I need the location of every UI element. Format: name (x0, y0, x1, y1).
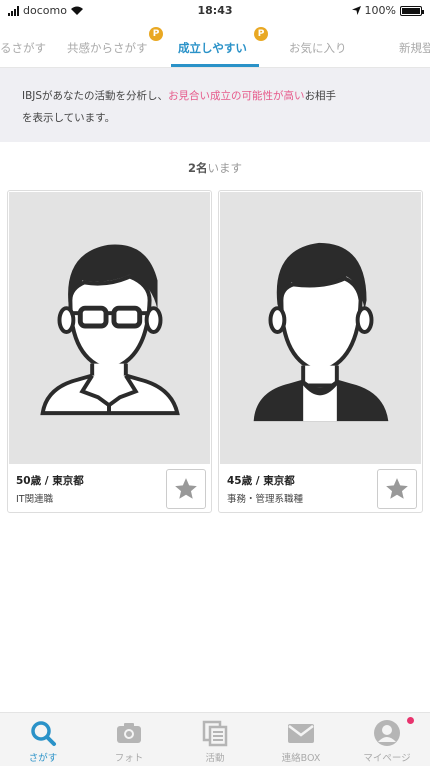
nav-contact-box[interactable]: 連絡BOX (258, 713, 344, 766)
nav-search[interactable]: さがす (0, 713, 86, 766)
profile-age-location: 50歳 / 東京都 (16, 475, 84, 487)
info-banner: IBJSがあなたの活動を分析し、お見合い成立の可能性が高いお相手 を表示していま… (0, 68, 430, 142)
tab-new-members[interactable]: 新規登 (399, 40, 430, 56)
tab-favorites[interactable]: お気に入り (289, 40, 347, 56)
nav-mypage[interactable]: マイページ (344, 713, 430, 766)
search-icon (31, 721, 56, 746)
star-icon (175, 478, 197, 499)
mail-icon (288, 724, 314, 743)
status-bar: docomo 18:43 100% (0, 0, 430, 22)
battery-percent: 100% (364, 4, 396, 17)
man-with-glasses-icon (40, 244, 180, 416)
location-arrow-icon (351, 6, 361, 15)
tab-easy-match[interactable]: 成立しやすい (178, 40, 247, 56)
profile-occupation: IT関連職 (16, 494, 54, 505)
camera-icon (117, 723, 141, 743)
result-count: 2名います (0, 160, 430, 176)
bottom-nav: さがす フォト 活動 連絡BOX マイページ (0, 712, 430, 766)
nav-label: 活動 (205, 753, 225, 764)
profile-photo[interactable] (220, 192, 421, 464)
tab-bar: るさがす 共感からさがす P 成立しやすい P お気に入り 新規登 (0, 22, 430, 68)
nav-photo[interactable]: フォト (86, 713, 172, 766)
notification-dot (407, 717, 414, 724)
result-count-number: 2名 (187, 161, 208, 175)
tab-badge: P (149, 27, 163, 41)
nav-label: マイページ (363, 753, 411, 764)
favorite-button[interactable] (377, 469, 417, 509)
user-icon (374, 720, 400, 746)
tab-badge: P (254, 27, 268, 41)
profile-card[interactable]: 45歳 / 東京都 事務・管理系職種 (218, 190, 423, 513)
result-count-suffix: います (207, 161, 243, 175)
profile-occupation: 事務・管理系職種 (227, 494, 304, 505)
star-icon (386, 478, 408, 499)
nav-label: 連絡BOX (281, 753, 321, 764)
nav-activity[interactable]: 活動 (172, 713, 258, 766)
tab-empathy-search[interactable]: 共感からさがす (67, 40, 148, 56)
nav-label: フォト (114, 753, 144, 764)
favorite-button[interactable] (166, 469, 206, 509)
banner-text: お相手 (304, 90, 337, 102)
documents-icon (202, 720, 228, 747)
tab-search[interactable]: るさがす (0, 40, 46, 56)
banner-text: IBJSがあなたの活動を分析し、 (22, 90, 169, 102)
active-tab-indicator (171, 64, 259, 67)
profile-card[interactable]: 50歳 / 東京都 IT関連職 (7, 190, 212, 513)
banner-highlight: お見合い成立の可能性が高い (168, 90, 305, 102)
profile-photo[interactable] (9, 192, 210, 464)
man-icon (253, 242, 389, 422)
profile-age-location: 45歳 / 東京都 (227, 475, 295, 487)
banner-line-1: IBJSがあなたの活動を分析し、お見合い成立の可能性が高いお相手 (22, 85, 408, 107)
battery-icon (400, 5, 424, 16)
nav-label: さがす (28, 753, 58, 764)
banner-line-2: を表示しています。 (22, 112, 116, 124)
